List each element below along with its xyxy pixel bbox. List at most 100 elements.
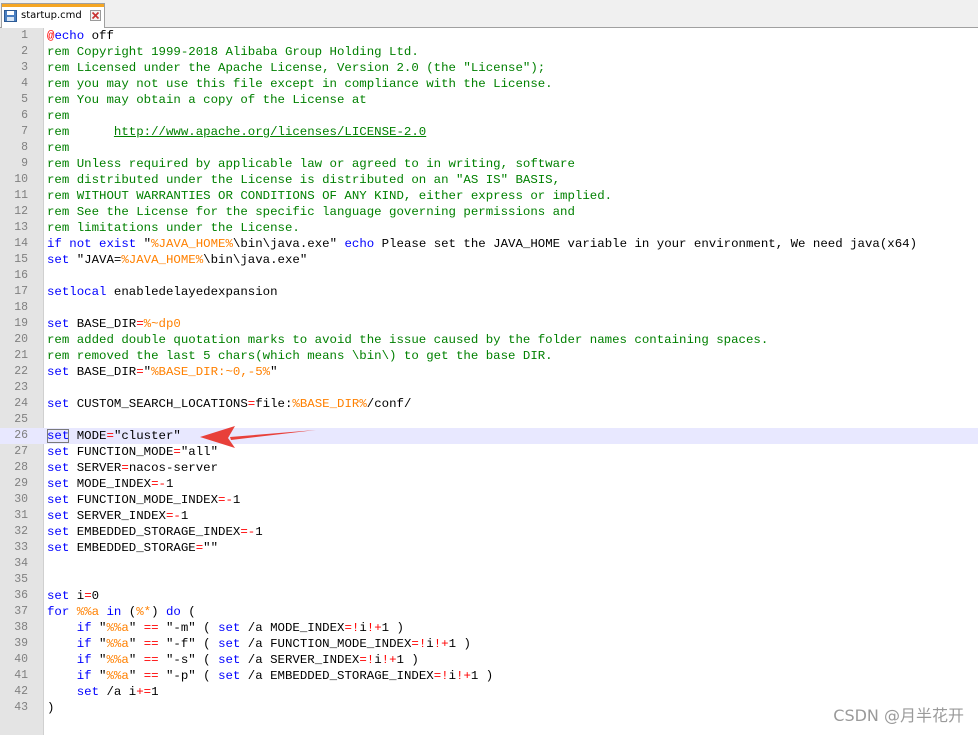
tab-bar: startup.cmd (0, 0, 978, 28)
code-line[interactable]: 30 set FUNCTION_MODE_INDEX=-1 (0, 492, 978, 508)
code-token: set (218, 669, 241, 683)
code-token: set (47, 589, 70, 603)
tab-startup-cmd[interactable]: startup.cmd (1, 3, 105, 28)
code-line[interactable]: 43) (0, 700, 978, 716)
code-token: = (173, 445, 181, 459)
code-line[interactable]: 37 for %%a in (%*) do ( (0, 604, 978, 620)
code-line[interactable]: 25 (0, 412, 978, 428)
code-line[interactable]: 11 rem WITHOUT WARRANTIES OR CONDITIONS O… (0, 188, 978, 204)
code-token: i (69, 589, 85, 603)
code-token: file: (255, 397, 293, 411)
code-line[interactable]: 26 set MODE="cluster" (0, 428, 978, 444)
code-token: " (128, 653, 144, 667)
close-icon[interactable] (90, 10, 101, 21)
code-token: if (76, 653, 92, 667)
code-token: 1 (165, 477, 174, 491)
code-line[interactable]: 38 if "%%a" == "-m" ( set /a MODE_INDEX=… (0, 620, 978, 636)
line-number: 7 (21, 125, 28, 138)
code-token: += (136, 685, 152, 699)
license-link[interactable]: http://www.apache.org/licenses/LICENSE-2… (114, 125, 426, 139)
code-text: if "%%a" == "-s" ( set /a SERVER_INDEX=!… (47, 652, 419, 668)
code-token: set (47, 477, 70, 491)
code-line[interactable]: 23 (0, 380, 978, 396)
code-token: ) (151, 605, 166, 619)
line-number: 8 (21, 141, 28, 154)
code-token: /a MODE_INDEX (240, 621, 345, 635)
code-line[interactable]: 41 if "%%a" == "-p" ( set /a EMBEDDED_ST… (0, 668, 978, 684)
code-line[interactable]: 12 rem See the License for the specific l… (0, 204, 978, 220)
code-line[interactable]: 18 (0, 300, 978, 316)
code-text: set i=0 (47, 588, 99, 604)
code-token: == (143, 669, 159, 683)
line-number: 13 (14, 221, 28, 234)
code-line[interactable]: 13 rem limitations under the License. (0, 220, 978, 236)
code-line[interactable]: 28 set SERVER=nacos-server (0, 460, 978, 476)
code-line[interactable]: 17 setlocal enabledelayedexpansion (0, 284, 978, 300)
line-number: 22 (14, 365, 28, 378)
code-line[interactable]: 40 if "%%a" == "-s" ( set /a SERVER_INDE… (0, 652, 978, 668)
code-token: !+ (433, 637, 449, 651)
code-line[interactable]: 5 rem You may obtain a copy of the Licens… (0, 92, 978, 108)
code-line[interactable]: 31 set SERVER_INDEX=-1 (0, 508, 978, 524)
code-token: enabledelayedexpansion (106, 285, 278, 299)
code-line[interactable]: 20 rem added double quotation marks to av… (0, 332, 978, 348)
code-line[interactable]: 36 set i=0 (0, 588, 978, 604)
code-editor[interactable]: 1 @echo off 2 rem Copyright 1999-2018 Aliba… (0, 28, 978, 735)
code-line[interactable]: 3 rem Licensed under the Apache License, … (0, 60, 978, 76)
code-line[interactable]: 19 set BASE_DIR=%~dp0 (0, 316, 978, 332)
code-token: =- (218, 493, 233, 507)
code-line[interactable]: 2 rem Copyright 1999-2018 Alibaba Group H… (0, 44, 978, 60)
line-number: 16 (14, 269, 28, 282)
line-number: 36 (14, 589, 28, 602)
code-line[interactable]: 8 rem (0, 140, 978, 156)
code-line[interactable]: 33 set EMBEDDED_STORAGE="" (0, 540, 978, 556)
code-token: i (359, 621, 367, 635)
code-token: %* (136, 605, 152, 619)
code-text: set SERVER=nacos-server (47, 460, 218, 476)
code-line[interactable]: 35 (0, 572, 978, 588)
code-line[interactable]: 22 set BASE_DIR="%BASE_DIR:~0,-5%" (0, 364, 978, 380)
code-token: set (47, 525, 70, 539)
code-line[interactable]: 32 set EMBEDDED_STORAGE_INDEX=-1 (0, 524, 978, 540)
code-token: 1 ) (396, 653, 419, 667)
code-token: rem WITHOUT WARRANTIES OR CONDITIONS OF … (47, 189, 613, 203)
code-token: %JAVA_HOME% (121, 253, 204, 267)
code-token: /a FUNCTION_MODE_INDEX (240, 637, 412, 651)
code-token: EMBEDDED_STORAGE_INDEX (69, 525, 241, 539)
code-token: set (218, 621, 241, 635)
code-token: "cluster" (113, 429, 181, 443)
code-line[interactable]: 1 @echo off (0, 28, 978, 44)
code-line[interactable]: 7 rem http://www.apache.org/licenses/LICE… (0, 124, 978, 140)
code-token: nacos-server (128, 461, 219, 475)
save-file-icon (4, 10, 17, 22)
line-number: 30 (14, 493, 28, 506)
code-token: == (143, 653, 159, 667)
code-line[interactable]: 14 if not exist "%JAVA_HOME%\bin\java.exe… (0, 236, 978, 252)
code-token: /a i (99, 685, 137, 699)
code-line[interactable]: 9 rem Unless required by applicable law o… (0, 156, 978, 172)
code-token: %BASE_DIR% (292, 397, 367, 411)
code-line[interactable]: 29 set MODE_INDEX=-1 (0, 476, 978, 492)
code-token: echo (344, 237, 375, 251)
code-line[interactable]: 4 rem you may not use this file except in… (0, 76, 978, 92)
code-line[interactable]: 15 set "JAVA=%JAVA_HOME%\bin\java.exe" (0, 252, 978, 268)
code-line[interactable]: 24 set CUSTOM_SEARCH_LOCATIONS=file:%BASE… (0, 396, 978, 412)
code-line[interactable]: 27 set FUNCTION_MODE="all" (0, 444, 978, 460)
code-text: rem See the License for the specific lan… (47, 204, 575, 220)
code-token: /a SERVER_INDEX (240, 653, 360, 667)
code-token: !+ (456, 669, 471, 683)
code-token: 0 (91, 589, 100, 603)
code-line[interactable]: 34 (0, 556, 978, 572)
code-line[interactable]: 10 rem distributed under the License is d… (0, 172, 978, 188)
code-line[interactable]: 21 rem removed the last 5 chars(which mea… (0, 348, 978, 364)
code-line[interactable]: 16 (0, 268, 978, 284)
line-number: 14 (14, 237, 28, 250)
line-number: 29 (14, 477, 28, 490)
code-token: if not exist (47, 237, 137, 251)
code-line[interactable]: 42 set /a i+=1 (0, 684, 978, 700)
code-line[interactable]: 6 rem (0, 108, 978, 124)
line-number: 18 (14, 301, 28, 314)
code-token: set (47, 397, 70, 411)
code-line[interactable]: 39 if "%%a" == "-f" ( set /a FUNCTION_MO… (0, 636, 978, 652)
line-number: 40 (14, 653, 28, 666)
